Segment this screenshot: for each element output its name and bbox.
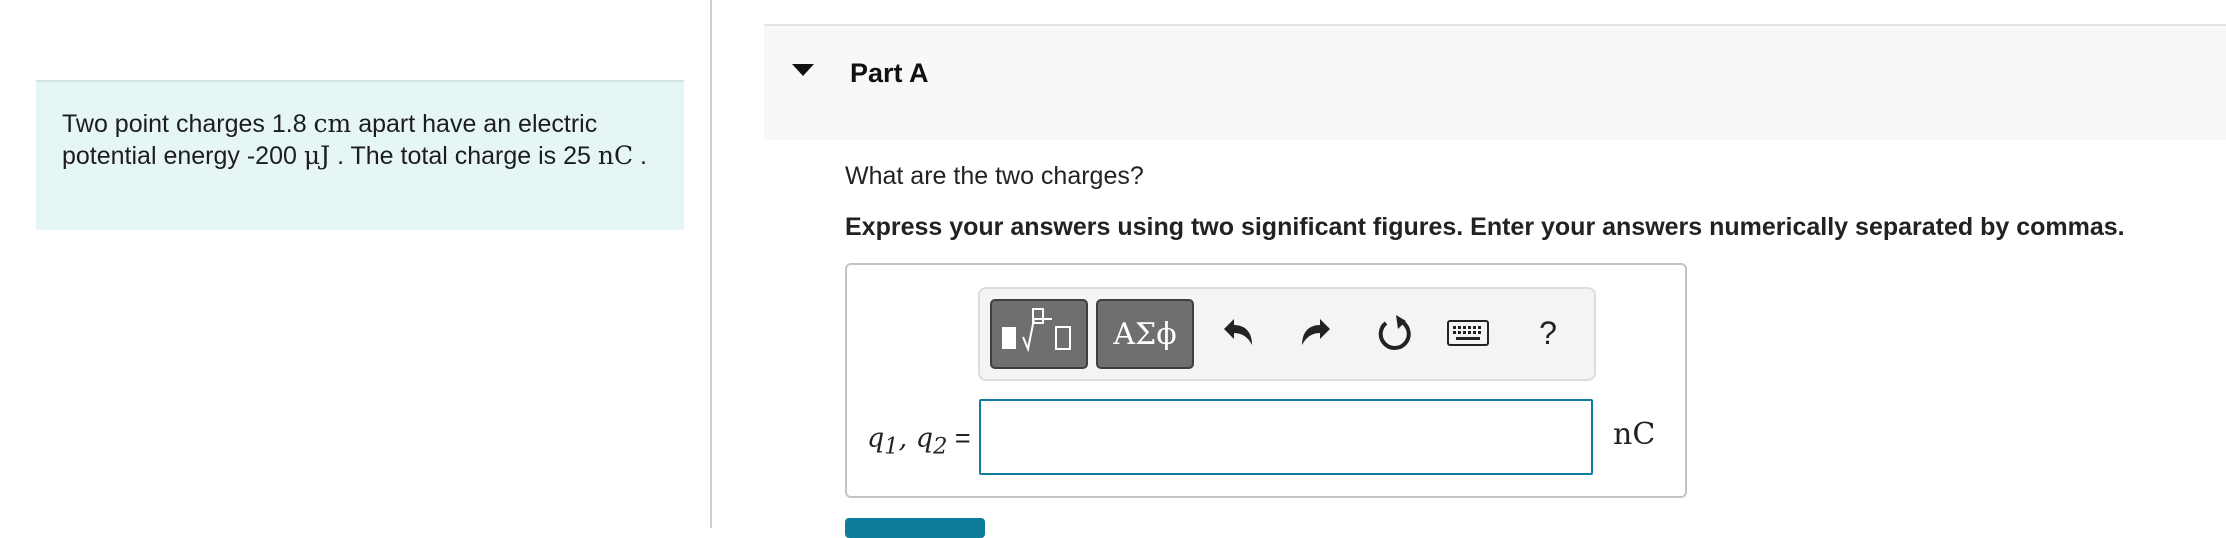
label-q: q (867, 423, 885, 454)
instructions-text: Express your answers using two significa… (845, 213, 2125, 241)
label-sub-2: 2 (933, 433, 948, 460)
problem-pane: Two point charges 1.8 cm apart have an e… (0, 0, 711, 528)
redo-icon[interactable] (1294, 311, 1338, 355)
unit-microjoule: μJ (303, 141, 331, 170)
templates-button[interactable] (990, 299, 1088, 369)
math-toolbar: ΑΣϕ ? (978, 287, 1596, 381)
problem-statement: Two point charges 1.8 cm apart have an e… (36, 80, 684, 230)
problem-text-3: . The total charge is 25 (330, 142, 598, 170)
part-title[interactable]: Part A (850, 58, 929, 89)
answer-unit-label: nC (1613, 417, 1656, 452)
collapse-triangle-icon[interactable] (792, 64, 814, 76)
question-text: What are the two charges? (845, 162, 1144, 190)
problem-text-1: Two point charges 1.8 (62, 110, 314, 138)
label-sub-1: 1 (884, 433, 899, 460)
problem-text-4: . (633, 142, 648, 170)
answer-input[interactable] (979, 399, 1593, 475)
greek-symbols-label: ΑΣϕ (1113, 317, 1177, 352)
submit-button[interactable] (845, 518, 985, 538)
reset-icon[interactable] (1372, 311, 1416, 355)
answer-pane: Part A What are the two charges? Express… (712, 0, 2226, 538)
label-equals: = (947, 423, 971, 453)
part-header[interactable] (764, 24, 2226, 140)
undo-icon[interactable] (1216, 311, 1260, 355)
help-button[interactable]: ? (1528, 311, 1568, 355)
unit-nanocoulomb: nC (597, 141, 634, 170)
answer-box: ΑΣϕ ? q1, q2 = nC (845, 263, 1687, 498)
greek-symbols-button[interactable]: ΑΣϕ (1096, 299, 1194, 369)
templates-icon (1002, 308, 1071, 353)
keyboard-icon[interactable] (1446, 317, 1490, 349)
label-sep: , q (898, 423, 934, 454)
unit-cm: cm (313, 109, 352, 138)
answer-variable-label: q1, q2 = (867, 423, 971, 459)
